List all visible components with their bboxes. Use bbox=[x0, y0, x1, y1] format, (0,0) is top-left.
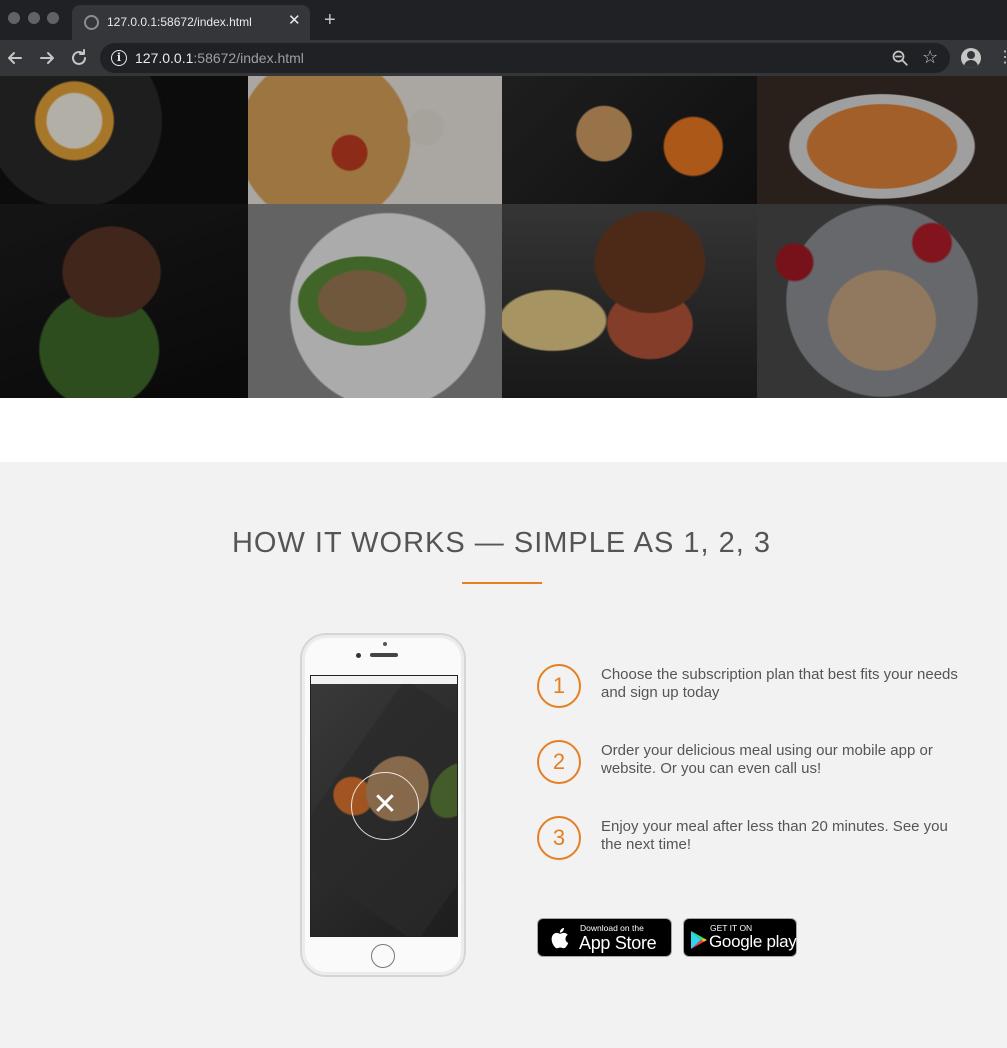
meal-photo-chicken-carrots bbox=[502, 76, 757, 204]
browser-tab-bar: 127.0.0.1:58672/index.html ✕ + bbox=[0, 0, 1007, 40]
phone-status-bar bbox=[311, 676, 457, 684]
fork-knife-logo-icon: ✕ bbox=[351, 772, 419, 840]
new-tab-button[interactable]: + bbox=[324, 9, 336, 31]
phone-speaker bbox=[370, 653, 398, 657]
phone-mockup: ✕ bbox=[300, 633, 466, 977]
app-store-big-label: App Store bbox=[579, 933, 657, 953]
phone-screen: ✕ bbox=[310, 675, 458, 937]
apple-icon bbox=[551, 927, 569, 949]
back-arrow-icon[interactable] bbox=[4, 47, 26, 69]
meal-photo-steak-beans bbox=[0, 204, 248, 398]
step-2-text: Order your delicious meal using our mobi… bbox=[601, 742, 933, 777]
globe-icon bbox=[84, 15, 99, 30]
tab-title: 127.0.0.1:58672/index.html bbox=[107, 15, 252, 29]
phone-camera bbox=[356, 653, 361, 658]
google-play-big-label: Google play bbox=[709, 932, 797, 951]
google-play-button[interactable]: GET IT ON Google play bbox=[683, 918, 797, 957]
step-2-number: 2 bbox=[537, 740, 581, 784]
section-title: HOW IT WORKS — SIMPLE AS 1, 2, 3 bbox=[231, 527, 772, 559]
meal-photo-granola-cherries bbox=[757, 204, 1007, 398]
title-underline bbox=[462, 582, 542, 584]
meal-photo-egg-bibimbap bbox=[0, 76, 248, 204]
meal-photo-pumpkin-soup bbox=[757, 76, 1007, 204]
forward-arrow-icon[interactable] bbox=[36, 47, 58, 69]
address-bar[interactable]: i 127.0.0.1:58672/index.html ☆ bbox=[100, 43, 950, 73]
section-spacer bbox=[0, 398, 1007, 462]
info-icon[interactable]: i bbox=[111, 50, 127, 66]
step-3-number: 3 bbox=[537, 816, 581, 860]
browser-toolbar: i 127.0.0.1:58672/index.html ☆ ⋮ bbox=[0, 40, 1007, 76]
meals-gallery bbox=[0, 76, 1007, 398]
zoom-out-icon[interactable] bbox=[891, 49, 909, 67]
app-store-button[interactable]: Download on the App Store bbox=[537, 918, 672, 957]
step-3-text: Enjoy your meal after less than 20 minut… bbox=[601, 818, 948, 853]
window-zoom-dot[interactable] bbox=[47, 12, 59, 24]
phone-home-button bbox=[371, 944, 395, 968]
meal-photo-burger-fries bbox=[502, 204, 757, 398]
meal-photo-sandwich bbox=[248, 204, 502, 398]
profile-avatar-icon[interactable] bbox=[961, 48, 981, 68]
more-menu-icon[interactable]: ⋮ bbox=[997, 48, 1007, 68]
window-close-dot[interactable] bbox=[8, 12, 20, 24]
meal-photo-pizza bbox=[248, 76, 502, 204]
url-text[interactable]: 127.0.0.1:58672/index.html bbox=[135, 50, 304, 66]
close-icon[interactable]: ✕ bbox=[288, 12, 301, 30]
google-play-icon bbox=[691, 931, 707, 949]
step-1-number: 1 bbox=[537, 664, 581, 708]
window-minimize-dot[interactable] bbox=[28, 12, 40, 24]
phone-sensor bbox=[383, 642, 387, 646]
bookmark-star-icon[interactable]: ☆ bbox=[922, 46, 938, 68]
browser-tab[interactable]: 127.0.0.1:58672/index.html ✕ bbox=[72, 5, 310, 40]
app-store-small-label: Download on the bbox=[580, 923, 644, 933]
step-1-text: Choose the subscription plan that best f… bbox=[601, 666, 958, 701]
reload-icon[interactable] bbox=[68, 47, 90, 69]
